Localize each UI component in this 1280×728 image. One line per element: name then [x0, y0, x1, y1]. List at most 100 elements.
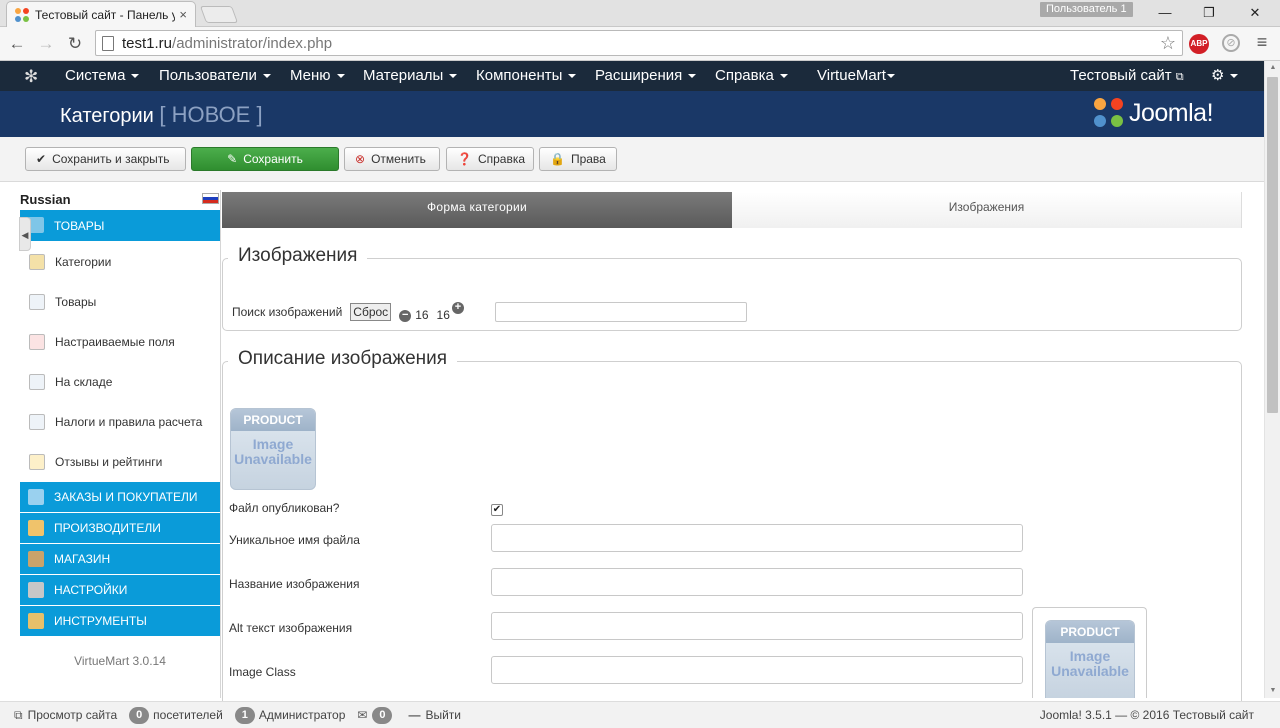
chart-icon: [29, 374, 45, 390]
scroll-up-icon[interactable]: ▲: [1265, 61, 1280, 75]
tab-category-form[interactable]: Форма категории: [222, 192, 732, 228]
sidebar-item-custom-fields[interactable]: Настраиваемые поля: [20, 322, 220, 362]
tab-close-icon[interactable]: ×: [179, 7, 187, 22]
check-icon: ✔: [36, 152, 47, 166]
bookmark-star-icon[interactable]: ☆: [1160, 33, 1176, 54]
cancel-button[interactable]: ⊗ Отменить: [344, 147, 440, 171]
zoom-in-control[interactable]: 16 +: [437, 302, 464, 322]
browser-user-badge[interactable]: Пользователь 1: [1040, 2, 1133, 17]
virtuemart-sidebar: Russian ТОВАРЫ Категории Товары Настраив…: [20, 190, 220, 698]
image-unavailable-placeholder: PRODUCT Image Unavailable: [230, 408, 316, 490]
sidebar-section-manufacturers[interactable]: ПРОИЗВОДИТЕЛИ: [20, 513, 220, 543]
permissions-button[interactable]: 🔒 Права: [539, 147, 617, 171]
new-tab-button[interactable]: [199, 6, 239, 23]
sidebar-section-tools[interactable]: ИНСТРУМЕНТЫ: [20, 606, 220, 636]
image-search-input[interactable]: [495, 302, 747, 322]
sidebar-item-taxes[interactable]: Налоги и правила расчета: [20, 402, 220, 442]
minus-icon: —: [408, 708, 421, 722]
scrollbar-thumb[interactable]: [1267, 77, 1278, 413]
image-search-label: Поиск изображений: [232, 305, 343, 319]
sidebar-item-categories[interactable]: Категории: [20, 242, 220, 282]
sidebar-section-orders[interactable]: ЗАКАЗЫ И ПОКУПАТЕЛИ: [20, 482, 220, 512]
admin-status-bar: ⧉ Просмотр сайта 0 посетителей 1 Администра…: [0, 701, 1280, 728]
forward-arrow-icon[interactable]: →: [35, 33, 57, 55]
menu-components[interactable]: Компоненты: [476, 61, 577, 91]
url-input[interactable]: test1.ru/administrator/index.php ☆: [95, 30, 1183, 56]
tools-icon: [28, 582, 44, 598]
logout-link[interactable]: — Выйти: [408, 708, 461, 722]
folder-icon: [29, 254, 45, 270]
sidebar-section-shop[interactable]: МАГАЗИН: [20, 544, 220, 574]
image-class-label: Image Class: [229, 665, 296, 679]
window-maximize-icon[interactable]: ❐: [1195, 4, 1223, 22]
published-checkbox[interactable]: ✔: [491, 504, 503, 516]
sidebar-item-reviews[interactable]: Отзывы и рейтинги: [20, 442, 220, 482]
cancel-circle-icon: ⊗: [355, 152, 366, 166]
joomla-logo: Joomla!: [1094, 96, 1214, 130]
back-arrow-icon[interactable]: ←: [6, 33, 28, 55]
lock-icon: 🔒: [550, 152, 565, 166]
image-description-legend: Описание изображения: [228, 348, 458, 370]
unique-name-input[interactable]: [491, 524, 1023, 552]
menu-users[interactable]: Пользователи: [159, 61, 271, 91]
copyright-text: Joomla! 3.5.1 — © 2016 Тестовый сайт: [1039, 708, 1254, 722]
external-site-icon: ⧉: [14, 707, 23, 722]
zoom-out-control[interactable]: −16: [399, 302, 429, 322]
alt-text-input[interactable]: [491, 612, 1023, 640]
view-site-link[interactable]: ⧉ Просмотр сайта: [14, 708, 117, 723]
admins-counter: 1 Администратор: [234, 706, 345, 724]
window-minimize-icon[interactable]: —: [1151, 4, 1179, 22]
plus-circle-icon[interactable]: +: [451, 302, 464, 314]
save-button[interactable]: ✎ Сохранить: [191, 147, 339, 171]
sidebar-section-products[interactable]: ТОВАРЫ: [20, 210, 220, 241]
images-legend: Изображения: [228, 245, 368, 267]
scroll-down-icon[interactable]: ▼: [1265, 684, 1280, 698]
question-icon: ❓: [457, 152, 472, 166]
tab-images[interactable]: Изображения: [732, 192, 1242, 228]
sidebar-item-products[interactable]: Товары: [20, 282, 220, 322]
sidebar-section-settings[interactable]: НАСТРОЙКИ: [20, 575, 220, 605]
reload-icon[interactable]: ↻: [64, 33, 86, 55]
gear-icon: ⚙: [1211, 67, 1225, 84]
site-link[interactable]: Тестовый сайт ⧉: [1070, 61, 1184, 92]
browser-menu-icon[interactable]: ≡: [1254, 32, 1270, 54]
joomla-favicon-icon: [15, 7, 29, 22]
menu-extensions[interactable]: Расширения: [595, 61, 697, 91]
published-label: Файл опубликован?: [229, 501, 340, 515]
browser-tab[interactable]: Тестовый сайт - Панель у ×: [6, 1, 196, 27]
menu-menus[interactable]: Меню: [290, 61, 345, 91]
save-close-button[interactable]: ✔ Сохранить и закрыть: [25, 147, 186, 171]
shop-icon: [28, 551, 44, 567]
custom-fields-icon: [29, 334, 45, 350]
joomla-logo-icon: [1094, 98, 1124, 128]
page-header: Категории [ НОВОЕ ] Joomla!: [0, 91, 1264, 137]
image-title-input[interactable]: [491, 568, 1023, 596]
page-scrollbar[interactable]: ▲ ▼: [1264, 61, 1280, 698]
joomla-menu-logo-icon[interactable]: ✻: [24, 67, 38, 87]
comments-icon: [29, 454, 45, 470]
url-text: test1.ru/administrator/index.php: [122, 34, 333, 52]
unique-name-label: Уникальное имя файла: [229, 533, 360, 547]
menu-content[interactable]: Материалы: [363, 61, 458, 91]
page-icon: [102, 35, 114, 51]
calculator-icon: [29, 414, 45, 430]
reset-button[interactable]: Сброс: [350, 303, 392, 321]
image-class-input[interactable]: [491, 656, 1023, 684]
edit-icon: ✎: [227, 152, 238, 166]
menu-help[interactable]: Справка: [715, 61, 788, 91]
toolbar: ✔ Сохранить и закрыть ✎ Сохранить ⊗ Отменит…: [0, 137, 1264, 182]
category-tabs: Форма категории Изображения: [222, 192, 1242, 228]
russian-flag-icon[interactable]: [202, 193, 219, 204]
messages-counter[interactable]: ✉ 0: [357, 706, 396, 724]
adblock-plus-icon[interactable]: ABP: [1189, 34, 1209, 54]
minus-circle-icon[interactable]: −: [399, 310, 412, 322]
window-close-icon[interactable]: ✕: [1241, 4, 1269, 22]
extension-icon[interactable]: ⊘: [1222, 34, 1240, 52]
menu-system[interactable]: Система: [65, 61, 140, 91]
sidebar-collapse-icon[interactable]: ◀: [19, 217, 31, 251]
page-title: Категории [ НОВОЕ ]: [60, 102, 263, 127]
settings-menu[interactable]: ⚙: [1211, 61, 1239, 91]
menu-virtuemart[interactable]: VirtueMart: [817, 61, 895, 91]
sidebar-item-inventory[interactable]: На складе: [20, 362, 220, 402]
help-button[interactable]: ❓ Справка: [446, 147, 534, 171]
